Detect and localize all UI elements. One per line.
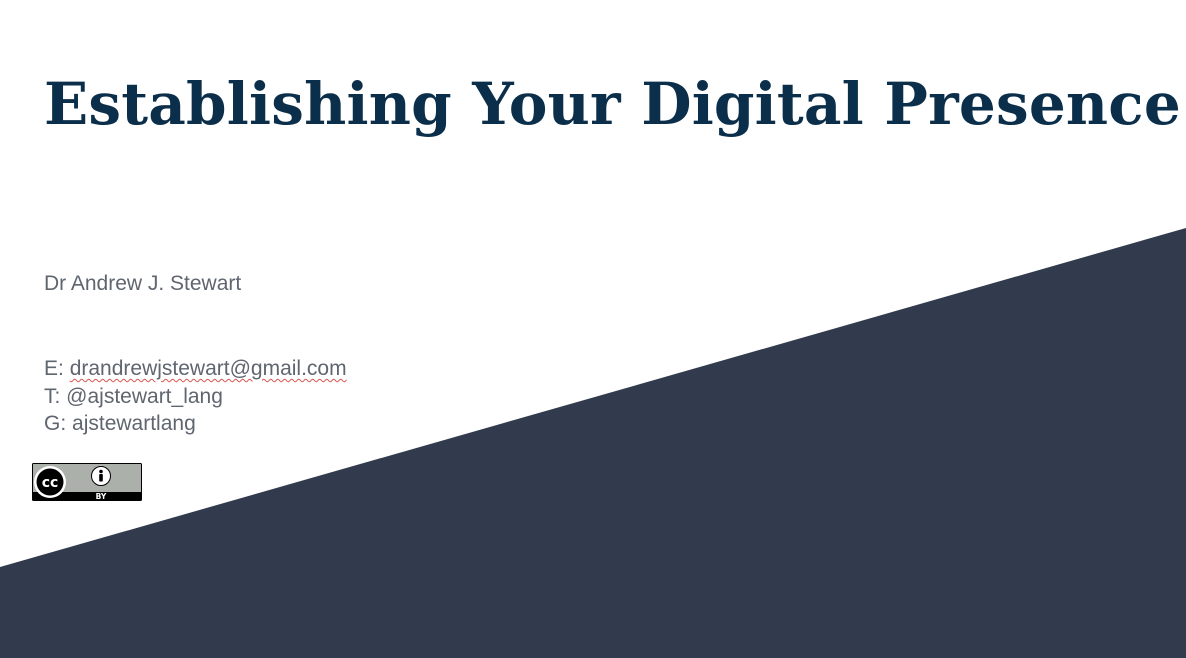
contact-twitter-prefix: T: (44, 384, 67, 408)
svg-text:cc: cc (42, 475, 59, 491)
contact-email-prefix: E: (44, 357, 70, 380)
slide: Establishing Your Digital Presence Dr An… (0, 0, 1186, 658)
contact-twitter: T: @ajstewart_lang (44, 383, 347, 411)
contact-twitter-value: @ajstewart_lang (66, 384, 223, 408)
contact-email: E: drandrewjstewart@gmail.com (44, 355, 347, 383)
contact-github-prefix: G: (44, 412, 73, 435)
contact-github-value: ajstewartlang (72, 412, 196, 435)
contact-github: G: ajstewartlang (44, 410, 347, 438)
slide-title: Establishing Your Digital Presence (44, 70, 1181, 138)
author-name: Dr Andrew J. Stewart (44, 272, 242, 295)
cc-by-icon: cc BY (32, 463, 142, 501)
contact-email-value[interactable]: drandrewjstewart@gmail.com (70, 357, 347, 380)
cc-by-label: BY (96, 492, 107, 501)
contact-list: E: drandrewjstewart@gmail.com T: @ajstew… (44, 355, 347, 438)
